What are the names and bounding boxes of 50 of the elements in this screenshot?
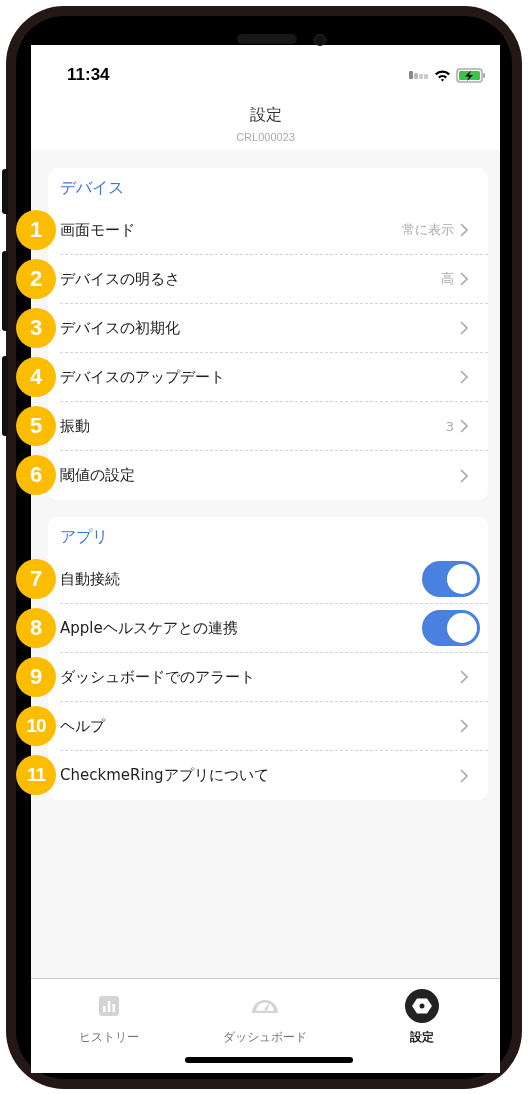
wifi-icon	[434, 68, 451, 82]
row-value: 3	[445, 418, 454, 434]
row-label: 振動	[60, 416, 91, 436]
number-badge: 3	[16, 308, 56, 348]
row-label: Appleヘルスケアとの連携	[60, 618, 239, 638]
section-title: アプリ	[60, 526, 108, 548]
row-value: 常に表示	[402, 221, 454, 239]
chevron-right-icon	[460, 719, 468, 733]
row-label: 自動接続	[60, 569, 121, 589]
number-badge: 4	[16, 357, 56, 397]
chevron-right-icon	[460, 370, 468, 384]
number-badge: 1	[16, 210, 56, 250]
row-label: ダッシュボードでのアラート	[60, 667, 256, 687]
chevron-right-icon	[460, 768, 468, 783]
speaker-grille	[237, 34, 297, 44]
screen-title: 設定	[249, 105, 282, 126]
number-badge: 9	[16, 657, 56, 697]
row-label: 閾値の設定	[60, 466, 136, 485]
tab-bar-item[interactable]: 設定	[343, 989, 500, 1073]
toggle-switch[interactable]	[422, 561, 480, 597]
row-label: デバイスの初期化	[60, 318, 181, 338]
number-badge: 8	[16, 608, 56, 648]
chevron-right-icon	[460, 321, 468, 335]
status-time: 11:34	[67, 65, 111, 85]
chevron-right-icon	[460, 670, 468, 684]
chevron-right-icon	[460, 223, 468, 237]
row-label: ヘルプ	[60, 716, 107, 736]
chevron-right-icon	[460, 468, 468, 483]
front-camera	[314, 34, 326, 46]
signal-icon	[409, 71, 429, 79]
section-title: デバイス	[60, 177, 124, 199]
chevron-right-icon	[460, 272, 468, 286]
number-badge: 2	[16, 259, 56, 299]
row-label: 画面モード	[60, 220, 136, 240]
row-value: 高	[441, 270, 454, 288]
battery-charging-icon	[456, 67, 486, 83]
device-id: CRL000023	[236, 131, 295, 143]
number-badge: 6	[16, 455, 56, 495]
row-label: デバイスのアップデート	[60, 367, 226, 387]
tab-bar-item[interactable]: ヒストリー	[31, 989, 188, 1073]
number-badge: 5	[16, 406, 56, 446]
number-badge: 7	[16, 559, 56, 599]
row-label: CheckmeRingアプリについて	[60, 766, 270, 785]
settings-icon	[404, 989, 439, 1023]
toggle-switch[interactable]	[422, 610, 480, 646]
row-label: デバイスの明るさ	[60, 269, 181, 289]
number-badge: 11	[16, 755, 56, 795]
chevron-right-icon	[460, 419, 468, 433]
number-badge: 10	[16, 706, 56, 746]
gauge-icon	[252, 1000, 279, 1013]
